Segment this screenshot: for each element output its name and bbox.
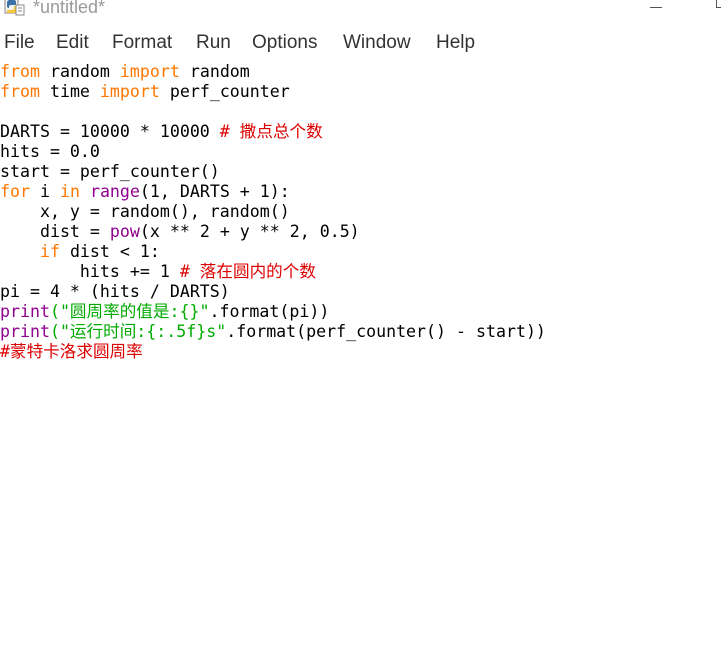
code-line: pi = 4 * (hits / DARTS)	[0, 282, 546, 302]
code-line: x, y = random(), random()	[0, 202, 546, 222]
code-token: hits += 1	[0, 262, 180, 281]
minimize-button[interactable]	[640, 0, 672, 16]
menu-options[interactable]: Options	[252, 31, 317, 55]
menu-bar: File Edit Format Run Options Window Help	[0, 29, 721, 57]
code-token: range	[89, 182, 140, 201]
code-token: # 撒点总个数	[219, 122, 323, 141]
code-token: dist < 1:	[59, 242, 160, 261]
code-token: pi = 4 * (hits / DARTS)	[0, 282, 230, 301]
code-token: dist =	[0, 222, 110, 241]
code-line: hits = 0.0	[0, 142, 546, 162]
code-line: print("圆周率的值是:{}".format(pi))	[0, 302, 546, 322]
code-line: from random import random	[0, 62, 546, 82]
code-token: from	[0, 82, 40, 101]
code-line: print("运行时间:{:.5f}s".format(perf_counter…	[0, 322, 546, 342]
code-token: import	[99, 82, 160, 101]
idle-editor-window: *untitled* File Edit Format Run Options …	[0, 0, 721, 655]
code-token: #蒙特卡洛求圆周率	[0, 342, 143, 361]
code-token: x, y = random(), random()	[0, 202, 290, 221]
python-icon	[4, 0, 25, 16]
minimize-icon	[650, 7, 662, 8]
menu-run[interactable]: Run	[196, 31, 231, 55]
maximize-icon	[716, 0, 721, 8]
code-token: from	[0, 62, 40, 81]
code-token: ("圆周率的值是:{}"	[49, 302, 210, 321]
code-line: from time import perf_counter	[0, 82, 546, 102]
menu-window[interactable]: Window	[343, 31, 411, 55]
menu-format[interactable]: Format	[112, 31, 172, 55]
title-bar: *untitled*	[0, 0, 721, 24]
code-line: if dist < 1:	[0, 242, 546, 262]
code-editor[interactable]: from random import random from time impor…	[0, 60, 721, 655]
maximize-button[interactable]	[706, 0, 721, 16]
code-line: start = perf_counter()	[0, 162, 546, 182]
code-token: import	[119, 62, 180, 81]
code-token: start = perf_counter()	[0, 162, 220, 181]
code-line: dist = pow(x ** 2 + y ** 2, 0.5)	[0, 222, 546, 242]
code-token: pow	[109, 222, 140, 241]
menu-help[interactable]: Help	[436, 31, 475, 55]
window-title: *untitled*	[33, 0, 106, 17]
code-token: time	[39, 82, 100, 101]
code-line: for i in range(1, DARTS + 1):	[0, 182, 546, 202]
code-token: ("运行时间:{:.5f}s"	[49, 322, 227, 341]
code-text[interactable]: from random import random from time impor…	[0, 62, 546, 362]
code-token: in	[59, 182, 80, 201]
code-token: random	[39, 62, 120, 81]
code-token: print	[0, 322, 50, 341]
code-token: (1, DARTS + 1):	[139, 182, 290, 201]
code-token: random	[179, 62, 250, 81]
code-token: DARTS = 10000 * 10000	[0, 122, 220, 141]
code-line: hits += 1 # 落在圆内的个数	[0, 262, 546, 282]
code-token: .format(perf_counter() - start))	[226, 322, 546, 341]
code-token: .format(pi))	[209, 302, 330, 321]
menu-file[interactable]: File	[4, 31, 35, 55]
code-line: #蒙特卡洛求圆周率	[0, 342, 546, 362]
code-token: if	[39, 242, 60, 261]
code-token: # 落在圆内的个数	[179, 262, 316, 281]
code-token: i	[29, 182, 60, 201]
code-token: hits = 0.0	[0, 142, 100, 161]
code-token: for	[0, 182, 30, 201]
menu-edit[interactable]: Edit	[56, 31, 89, 55]
code-line: DARTS = 10000 * 10000 # 撒点总个数	[0, 122, 546, 142]
code-token: perf_counter	[159, 82, 290, 101]
code-token: (x ** 2 + y ** 2, 0.5)	[139, 222, 360, 241]
code-token: print	[0, 302, 50, 321]
